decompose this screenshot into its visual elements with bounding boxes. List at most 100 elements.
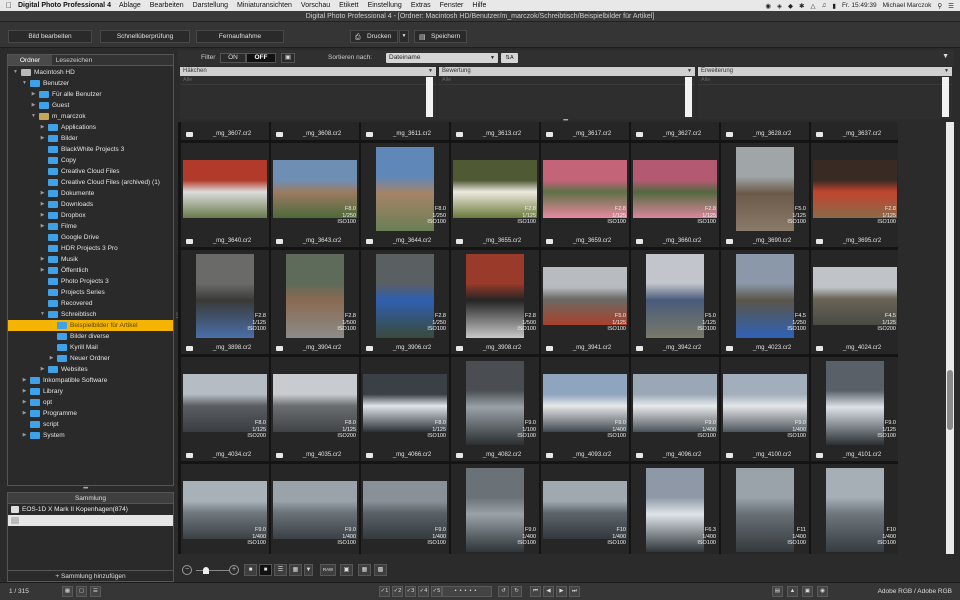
folder-tree-item[interactable]: ▶ Downloads bbox=[8, 199, 173, 210]
zoom-out-icon[interactable]: − bbox=[182, 565, 192, 575]
thumbnail-image[interactable] bbox=[646, 468, 704, 552]
thumbnail-cell[interactable]: F8.0 1/125 ISO200 _mg_4034.cr2 bbox=[181, 357, 269, 461]
print-dropdown-button[interactable]: ▼ bbox=[399, 30, 409, 43]
folder-tree-item[interactable]: ▶ Dropbox bbox=[8, 210, 173, 221]
app-menu[interactable]: Digital Photo Professional 4 bbox=[18, 2, 111, 9]
thumbnail-image[interactable] bbox=[466, 468, 524, 552]
clock[interactable]: Fr. 15:49:39 bbox=[842, 2, 877, 9]
thumbnail-cell[interactable]: F9.0 1/400 ISO100 _mg_4096.cr2 bbox=[631, 357, 719, 461]
thumbnail-image[interactable] bbox=[466, 361, 524, 445]
check-mark-icon[interactable] bbox=[816, 239, 823, 244]
folder-tree-item[interactable]: Bilder diverse bbox=[8, 331, 173, 342]
thumbnail-cell[interactable]: F9.0 1/400 ISO100 _mg_4100.cr2 bbox=[721, 357, 809, 461]
check-mark-icon[interactable] bbox=[726, 239, 733, 244]
thumbnail-image[interactable] bbox=[736, 468, 794, 552]
spotlight-icon[interactable]: ⚲ bbox=[937, 2, 942, 10]
check-mark-icon[interactable] bbox=[366, 346, 373, 351]
next-image-icon[interactable]: ▶ bbox=[556, 586, 567, 597]
thumbnail-cell[interactable]: F8.0 1/125 ISO100 _mg_4066.cr2 bbox=[361, 357, 449, 461]
thumbnail-image[interactable] bbox=[196, 254, 254, 338]
thumbnail-image[interactable] bbox=[736, 254, 794, 338]
thumbnail-cell[interactable]: F4.5 1/125 ISO200 _mg_4024.cr2 bbox=[811, 250, 899, 354]
check-mark-icon[interactable] bbox=[636, 239, 643, 244]
thumbnail-cell[interactable]: F2.8 1/125 ISO100 _mg_3695.cr2 bbox=[811, 143, 899, 247]
folder-tree-item[interactable]: BlackWhite Projects 3 bbox=[8, 144, 173, 155]
chevron-right-icon[interactable]: ▶ bbox=[21, 375, 28, 386]
print-button[interactable]: ⎙ Drucken bbox=[350, 30, 399, 43]
user-name[interactable]: Michael Marczok bbox=[883, 2, 932, 9]
battery-icon[interactable]: ▮ bbox=[832, 2, 836, 10]
check-mark-icon[interactable] bbox=[816, 132, 823, 137]
chevron-down-icon[interactable]: ▼ bbox=[30, 111, 37, 122]
check-mark-icon[interactable] bbox=[456, 239, 463, 244]
folder-tree-item[interactable]: ▶ Bilder bbox=[8, 133, 173, 144]
sort-order-button[interactable]: ⇅A bbox=[501, 53, 518, 63]
folder-tree-item[interactable]: ▼ Schreibtisch bbox=[8, 309, 173, 320]
tab-schnellueberpruefung[interactable]: Schnellüberprüfung bbox=[100, 30, 190, 43]
thumbnail-cell[interactable]: _mg_3628.cr2 bbox=[721, 122, 809, 140]
grid-view-icon[interactable]: ▦ bbox=[62, 586, 73, 597]
thumbnail-image[interactable] bbox=[646, 254, 704, 338]
folder-tree-item[interactable]: script bbox=[8, 419, 173, 430]
grid-button[interactable]: ▦ bbox=[358, 564, 371, 576]
folder-tree-item[interactable]: ▶ Öffentlich bbox=[8, 265, 173, 276]
thumbnail-image[interactable] bbox=[376, 254, 434, 338]
chevron-down-icon[interactable]: ▼ bbox=[21, 78, 28, 89]
check-mark-icon[interactable] bbox=[276, 453, 283, 458]
folder-tree-item[interactable]: Creative Cloud Files (archived) (1) bbox=[8, 177, 173, 188]
folder-tree-item[interactable]: ▶ Inkompatible Software bbox=[8, 375, 173, 386]
thumbnail-cell[interactable]: _mg_3607.cr2 bbox=[181, 122, 269, 140]
check-mark-icon[interactable] bbox=[366, 132, 373, 137]
rotate-left-icon[interactable]: ↺ bbox=[498, 586, 509, 597]
check-mark-icon[interactable] bbox=[726, 132, 733, 137]
thumbnail-image[interactable] bbox=[286, 254, 344, 338]
folder-tree-item[interactable]: Creative Cloud Files bbox=[8, 166, 173, 177]
dropbox-icon[interactable]: ◆ bbox=[788, 2, 793, 10]
rotate-right-icon[interactable]: ↻ bbox=[511, 586, 522, 597]
thumbnail-cell[interactable]: F10 1/400 ISO100 bbox=[541, 464, 629, 554]
save-button[interactable]: ▤ Speichern bbox=[414, 30, 468, 43]
thumbnail-cell[interactable]: F9.0 1/400 ISO100 bbox=[361, 464, 449, 554]
raw-button[interactable]: RAW bbox=[320, 564, 336, 576]
filter-on-button[interactable]: ON bbox=[220, 53, 246, 63]
check-mark-icon[interactable] bbox=[366, 239, 373, 244]
thumbnail-cell[interactable]: F5.0 1/125 ISO100 _mg_3942.cr2 bbox=[631, 250, 719, 354]
filter-lock-button[interactable]: ▣ bbox=[281, 53, 295, 63]
chevron-right-icon[interactable]: ▶ bbox=[21, 386, 28, 397]
check-mark-icon[interactable] bbox=[816, 453, 823, 458]
menu-vorschau[interactable]: Vorschau bbox=[301, 2, 330, 9]
menu-bearbeiten[interactable]: Bearbeiten bbox=[150, 2, 184, 9]
thumbnail-cell[interactable]: F9.0 1/125 ISO100 _mg_4101.cr2 bbox=[811, 357, 899, 461]
menu-ablage[interactable]: Ablage bbox=[119, 2, 141, 9]
folder-tree-item[interactable]: ▼ Benutzer bbox=[8, 78, 173, 89]
rating-stars[interactable]: ••••• bbox=[442, 586, 492, 597]
check-5-icon[interactable]: ✓5 bbox=[431, 586, 442, 597]
check-mark-icon[interactable] bbox=[546, 239, 553, 244]
check-mark-icon[interactable] bbox=[636, 453, 643, 458]
chevron-right-icon[interactable]: ▶ bbox=[39, 210, 46, 221]
thumbnail-cell[interactable]: F5.0 1/125 ISO100 _mg_3941.cr2 bbox=[541, 250, 629, 354]
thumbnail-cell[interactable]: F9.0 1/400 ISO100 bbox=[451, 464, 539, 554]
folder-tree-item[interactable]: ▶ Guest bbox=[8, 100, 173, 111]
view-dropdown-button[interactable]: ▼ bbox=[304, 564, 313, 576]
folder-tree-item[interactable]: ▶ Dokumente bbox=[8, 188, 173, 199]
thumbnail-cell[interactable]: F8.0 1/125 ISO200 _mg_4035.cr2 bbox=[271, 357, 359, 461]
chevron-down-icon[interactable]: ▼ bbox=[39, 309, 46, 320]
thumbnail-cell[interactable]: F2.8 1/125 ISO100 _mg_3898.cr2 bbox=[181, 250, 269, 354]
check-mark-icon[interactable] bbox=[456, 132, 463, 137]
add-collection-button[interactable]: + Sammlung hinzufügen bbox=[8, 570, 173, 581]
chevron-right-icon[interactable]: ▶ bbox=[39, 254, 46, 265]
tab-fernaufnahme[interactable]: Fernaufnahme bbox=[196, 30, 284, 43]
check-mark-icon[interactable] bbox=[186, 346, 193, 351]
last-image-icon[interactable]: ⏭ bbox=[569, 586, 580, 597]
thumbnail-cell[interactable]: F4.5 1/250 ISO100 _mg_4023.cr2 bbox=[721, 250, 809, 354]
menu-darstellung[interactable]: Darstellung bbox=[193, 2, 228, 9]
grid-scrollbar[interactable] bbox=[946, 122, 954, 554]
folder-tree-item[interactable]: Kyrill Mail bbox=[8, 342, 173, 353]
check-3-icon[interactable]: ✓3 bbox=[405, 586, 416, 597]
wifi-icon[interactable]: △ bbox=[810, 2, 815, 10]
thumbnail-image[interactable] bbox=[826, 361, 884, 445]
chevron-right-icon[interactable]: ▶ bbox=[39, 364, 46, 375]
folder-tree-item[interactable]: ▶ Websites bbox=[8, 364, 173, 375]
check-mark-icon[interactable] bbox=[186, 132, 193, 137]
